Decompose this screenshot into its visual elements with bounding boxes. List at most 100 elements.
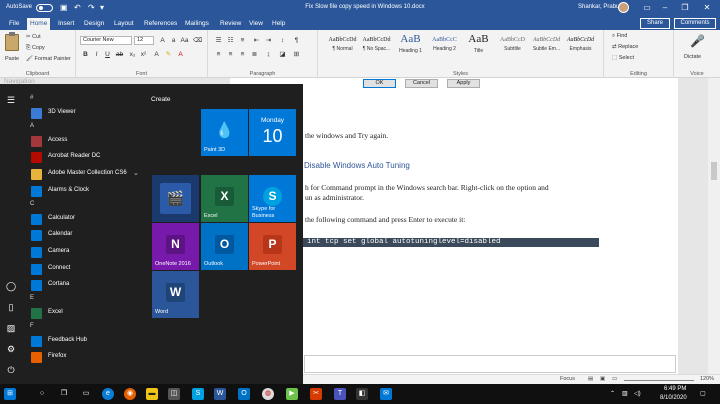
tile-excel[interactable]: X Excel — [201, 175, 248, 222]
dictate-button[interactable]: Dictate — [684, 54, 701, 60]
notifications-icon[interactable]: ▢ — [700, 390, 706, 397]
align-left-icon[interactable]: ≡ — [214, 50, 223, 59]
style-no-spacing[interactable]: AaBbCcDd ¶ No Spac... — [360, 33, 393, 66]
app-list-item[interactable]: Acrobat Reader DC — [29, 150, 145, 165]
tile-paint-3d[interactable]: 💧 Paint 3D — [201, 109, 248, 156]
tile-onenote[interactable]: N OneNote 2016 — [152, 223, 199, 270]
vertical-scrollbar[interactable] — [708, 78, 720, 374]
save-icon[interactable]: ▣ — [60, 3, 68, 13]
clock-date[interactable]: 8/10/2020 — [660, 395, 687, 401]
camtasia-icon[interactable]: ▶ — [286, 388, 298, 400]
app-list-item[interactable]: 3D Viewer — [29, 106, 145, 121]
tab-mailings[interactable]: Mailings — [182, 18, 212, 30]
pictures-icon[interactable]: ▨ — [5, 322, 17, 334]
app-icon[interactable]: ◧ — [356, 388, 368, 400]
dialog-apply-button[interactable]: Apply — [447, 79, 480, 88]
tab-references[interactable]: References — [141, 18, 180, 30]
task-view-icon[interactable]: ❐ — [58, 388, 70, 400]
show-formatting-icon[interactable]: ¶ — [292, 36, 301, 45]
app-list-item[interactable]: Alarms & Clock — [29, 184, 145, 199]
app-group-letter[interactable]: # — [30, 95, 33, 101]
tile-adobe-collection[interactable]: 🎬 — [152, 175, 199, 222]
web-layout-icon[interactable]: ▭ — [612, 376, 617, 382]
hamburger-icon[interactable]: ☰ — [5, 94, 17, 106]
style-title[interactable]: AaB Title — [462, 33, 495, 66]
style-heading-2[interactable]: AaBbCcC Heading 2 — [428, 33, 461, 66]
grow-font-icon[interactable]: A — [158, 36, 167, 45]
style-subtle-emphasis[interactable]: AaBbCcDd Subtle Em... — [530, 33, 563, 66]
italic-icon[interactable]: I — [92, 50, 101, 59]
style-emphasis[interactable]: AaBbCcDd Emphasis — [564, 33, 597, 66]
underline-icon[interactable]: U — [103, 50, 112, 59]
font-name-field[interactable]: Courier New — [80, 36, 132, 45]
user-account-icon[interactable]: ◯ — [5, 280, 17, 292]
share-button[interactable]: Share — [640, 18, 670, 29]
word-taskbar-icon[interactable]: W — [214, 388, 226, 400]
app-group-letter[interactable]: C — [30, 201, 34, 207]
replace-button[interactable]: ⇄ Replace — [612, 44, 638, 50]
app-list-item[interactable]: Firefox — [29, 350, 145, 365]
app-list-item[interactable]: Feedback Hub — [29, 334, 145, 349]
text-effects-icon[interactable]: A — [152, 50, 161, 59]
dialog-ok-button[interactable]: OK — [363, 79, 396, 88]
read-mode-icon[interactable]: ▤ — [588, 376, 593, 382]
app-list-item[interactable]: Adobe Master Collection CS6 ⌄ — [29, 167, 145, 182]
tab-insert[interactable]: Insert — [55, 18, 77, 30]
skype-taskbar-icon[interactable]: S — [192, 388, 204, 400]
format-painter-button[interactable]: 🖌 Format Painter — [26, 56, 71, 62]
teams-icon[interactable]: T — [334, 388, 346, 400]
tile-word[interactable]: W Word — [152, 271, 199, 318]
app-list-item[interactable]: Cortana — [29, 278, 145, 293]
align-right-icon[interactable]: ≡ — [238, 50, 247, 59]
tile-skype-business[interactable]: S Skype for Business — [249, 175, 296, 222]
tab-file[interactable]: File — [6, 18, 22, 30]
tab-design[interactable]: Design — [81, 18, 107, 30]
zoom-slider[interactable] — [624, 380, 694, 381]
store-icon[interactable]: ◫ — [168, 388, 180, 400]
customize-quick-access-icon[interactable]: ▾ — [100, 3, 104, 13]
windows-start-icon[interactable]: ⊞ — [4, 388, 16, 400]
undo-icon[interactable]: ↶ — [74, 3, 81, 13]
font-color-icon[interactable]: A — [176, 50, 185, 59]
superscript-icon[interactable]: x² — [139, 50, 148, 59]
highlight-icon[interactable]: ✎ — [164, 50, 173, 59]
justify-icon[interactable]: ≣ — [250, 50, 259, 59]
print-layout-icon[interactable]: ▣ — [600, 376, 605, 382]
tile-outlook[interactable]: O Outlook — [201, 223, 248, 270]
autosave-toggle[interactable] — [36, 4, 53, 12]
chrome-icon[interactable]: ◍ — [262, 388, 274, 400]
increase-indent-icon[interactable]: ⇥ — [264, 36, 273, 45]
network-icon[interactable]: ▥ — [622, 390, 628, 397]
restore-icon[interactable]: ❐ — [678, 2, 692, 14]
power-icon[interactable]: ⏻ — [5, 364, 17, 376]
copy-button[interactable]: ⎘ Copy — [26, 45, 45, 52]
app-list-item[interactable]: Connect — [29, 262, 145, 277]
app-list-item[interactable]: Excel — [29, 306, 145, 321]
bold-icon[interactable]: B — [81, 50, 90, 59]
bullets-icon[interactable]: ☰ — [214, 36, 223, 45]
cut-button[interactable]: ✂ Cut — [26, 34, 41, 40]
outlook-taskbar-icon[interactable]: O — [238, 388, 250, 400]
microphone-icon[interactable]: 🎤 — [690, 34, 705, 48]
numbering-icon[interactable]: ☷ — [226, 36, 235, 45]
user-name[interactable]: Shankar, Prabu — [578, 4, 619, 10]
scrollbar-thumb[interactable] — [711, 162, 717, 180]
style-subtitle[interactable]: AaBbCcD Subtitle — [496, 33, 529, 66]
strikethrough-icon[interactable]: ab — [115, 50, 124, 59]
paste-button[interactable]: Paste — [5, 56, 19, 62]
file-explorer-icon[interactable]: ▭ — [80, 388, 92, 400]
align-center-icon[interactable]: ≡ — [226, 50, 235, 59]
multilevel-list-icon[interactable]: ≡ — [238, 36, 247, 45]
redo-icon[interactable]: ↷ — [88, 3, 95, 13]
font-size-field[interactable]: 12 — [134, 36, 154, 45]
clock-time[interactable]: 6:49 PM — [664, 386, 686, 392]
app-list-item[interactable]: Calendar — [29, 228, 145, 243]
focus-button[interactable]: Focus — [560, 376, 575, 382]
avatar[interactable] — [618, 2, 629, 13]
decrease-indent-icon[interactable]: ⇤ — [252, 36, 261, 45]
dialog-cancel-button[interactable]: Cancel — [405, 79, 438, 88]
sort-icon[interactable]: ↕ — [278, 36, 287, 45]
style-heading-1[interactable]: AaB Heading 1 — [394, 33, 427, 66]
zoom-level[interactable]: 120% — [700, 376, 714, 382]
app-group-letter[interactable]: F — [30, 323, 34, 329]
